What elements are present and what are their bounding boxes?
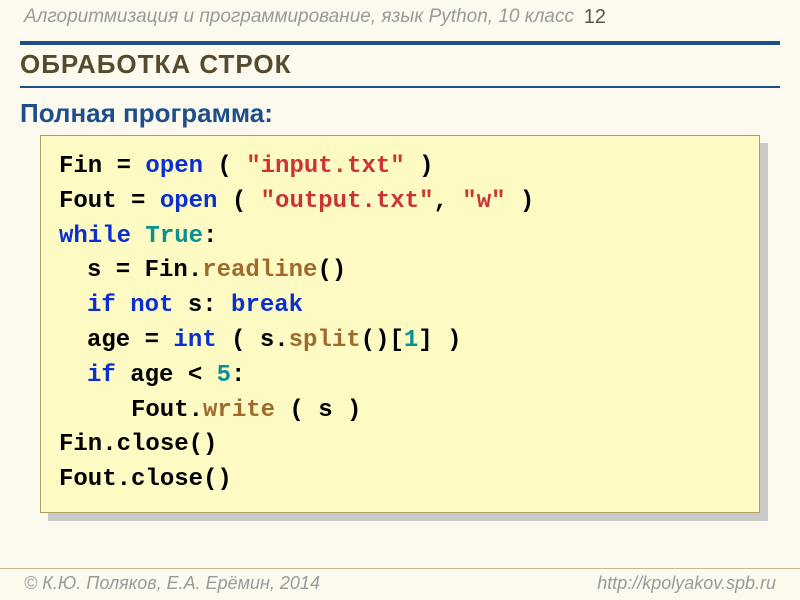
code-line-5: if not s: break [87,289,741,324]
slide-footer: © К.Ю. Поляков, Е.А. Ерёмин, 2014 http:/… [0,568,800,600]
code-block: Fin = open ( "input.txt" ) Fout = open (… [40,135,760,513]
code-line-10: Fout.close() [59,463,741,498]
footer-url: http://kpolyakov.spb.ru [597,573,776,594]
code-line-1: Fin = open ( "input.txt" ) [59,150,741,185]
code-line-2: Fout = open ( "output.txt", "w" ) [59,185,741,220]
code-line-7: if age < 5: [87,359,741,394]
code-line-9: Fin.close() [59,428,741,463]
subtitle: Полная программа: [20,98,780,129]
code-line-8: Fout.write ( s ) [131,394,741,429]
topic-text: Алгоритмизация и программирование, язык … [24,6,574,29]
code-line-4: s = Fin.readline() [87,254,741,289]
copyright-text: © К.Ю. Поляков, Е.А. Ерёмин, 2014 [24,573,320,594]
section-title: ОБРАБОТКА СТРОК [20,41,780,88]
slide-header: Алгоритмизация и программирование, язык … [0,0,800,33]
page-number: 12 [584,6,606,29]
code-line-6: age = int ( s.split()[1] ) [87,324,741,359]
code-block-wrapper: Fin = open ( "input.txt" ) Fout = open (… [40,135,760,513]
code-line-3: while True: [59,220,741,255]
